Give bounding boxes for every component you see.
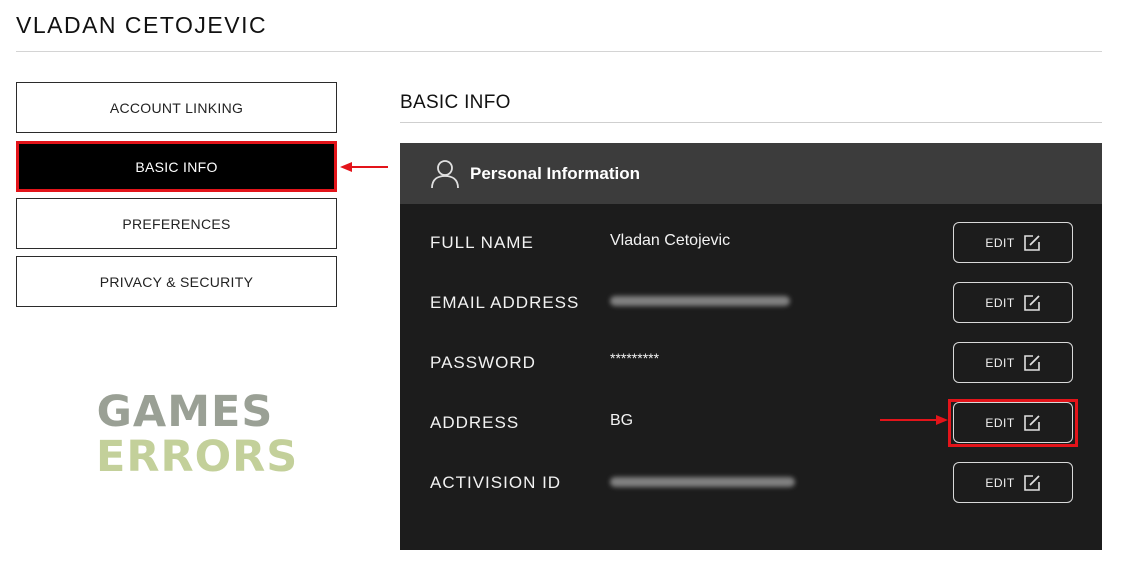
field-value-address: BG [610, 412, 634, 429]
section-heading: BASIC INFO [400, 92, 511, 113]
field-label-activision-id: ACTIVISION ID [430, 473, 562, 492]
field-value-full-name: Vladan Cetojevic [610, 232, 731, 249]
field-value-email-blurred [610, 296, 790, 306]
edit-button-label: EDIT [985, 355, 1015, 370]
field-label-password: PASSWORD [430, 353, 536, 372]
logo-text-errors: ERRORS [96, 432, 299, 482]
sidebar-item-preferences[interactable]: PREFERENCES [16, 198, 337, 249]
edit-button-label: EDIT [985, 235, 1015, 250]
sidebar-item-basic-info[interactable]: BASIC INFO [16, 141, 337, 192]
edit-icon [1023, 234, 1040, 251]
field-label-email-address: EMAIL ADDRESS [430, 293, 580, 312]
edit-button-label: EDIT [985, 475, 1015, 490]
field-value-activision-id-blurred [610, 477, 795, 487]
field-value-password: ********* [610, 350, 660, 366]
sidebar-item-account-linking[interactable]: ACCOUNT LINKING [16, 82, 337, 133]
person-icon [431, 159, 459, 188]
edit-full-name-button[interactable]: EDIT [953, 222, 1073, 263]
user-name-title: VLADAN CETOJEVIC [16, 12, 268, 38]
personal-information-card: Personal Information FULL NAME Vladan Ce… [400, 143, 1102, 550]
edit-icon [1023, 474, 1040, 491]
edit-password-button[interactable]: EDIT [953, 342, 1073, 383]
edit-icon [1023, 354, 1040, 371]
logo-text-games: GAMES [96, 387, 274, 437]
field-label-address: ADDRESS [430, 413, 520, 432]
field-label-full-name: FULL NAME [430, 233, 534, 252]
edit-activision-id-button[interactable]: EDIT [953, 462, 1073, 503]
divider [400, 122, 1102, 123]
divider [16, 51, 1102, 52]
edit-email-button[interactable]: EDIT [953, 282, 1073, 323]
watermark-logo: GAMES ERRORS [96, 387, 299, 482]
annotation-highlight-box [948, 399, 1078, 447]
sidebar-item-privacy-security[interactable]: PRIVACY & SECURITY [16, 256, 337, 307]
card-title: Personal Information [470, 163, 641, 183]
edit-icon [1023, 294, 1040, 311]
edit-button-label: EDIT [985, 295, 1015, 310]
card-header: Personal Information [400, 143, 1102, 204]
